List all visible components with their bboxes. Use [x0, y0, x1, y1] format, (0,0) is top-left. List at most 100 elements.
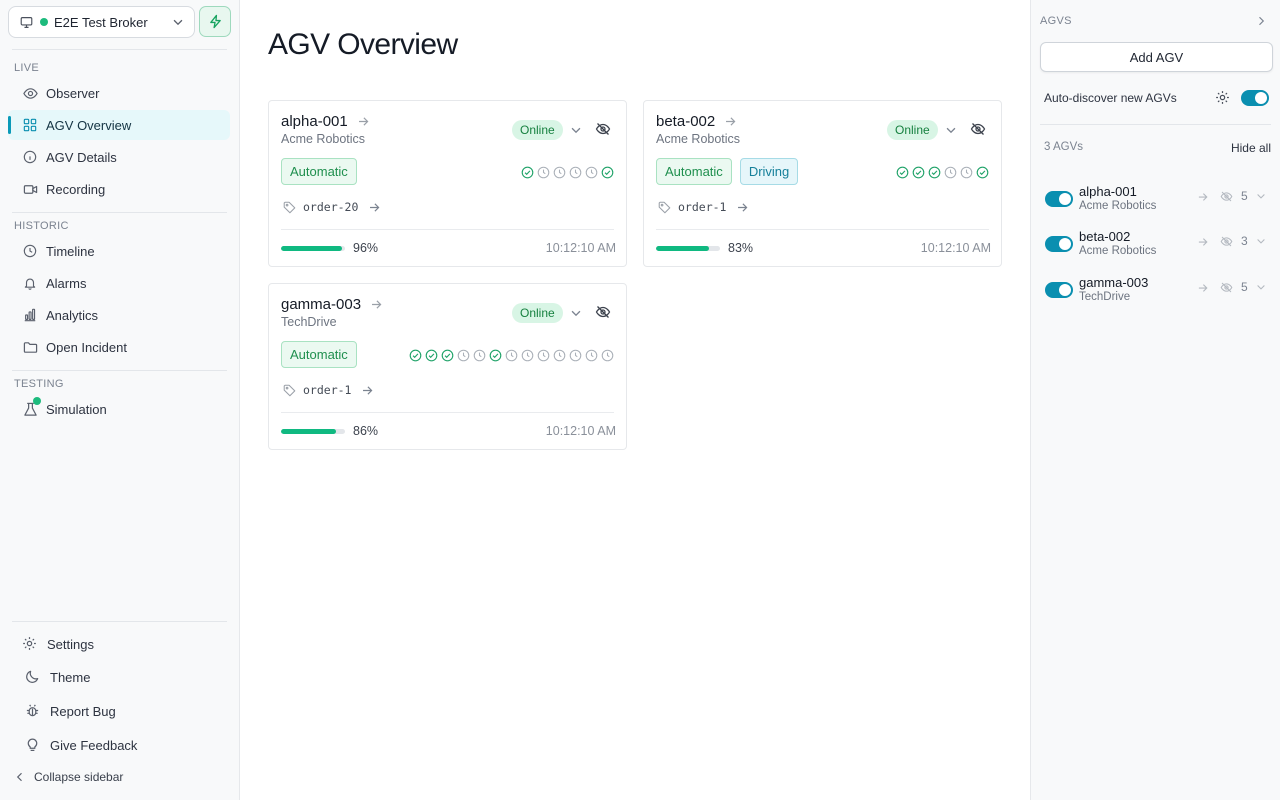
theme-label: Theme	[50, 669, 91, 685]
tag-icon	[658, 201, 671, 214]
agv-count: 3 AGVs	[1044, 141, 1083, 153]
order-id: order-1	[678, 200, 727, 214]
clock-icon	[537, 349, 550, 362]
agv-visibility-toggle[interactable]	[1045, 282, 1073, 298]
arrow-right-icon[interactable]	[1197, 236, 1209, 248]
agv-name-link[interactable]: beta-002	[656, 113, 737, 130]
mode-tag: Automatic	[281, 158, 357, 185]
eye-off-icon[interactable]	[595, 304, 611, 320]
agv-visibility-toggle[interactable]	[1045, 236, 1073, 252]
nav-item-simulation[interactable]: Simulation	[8, 394, 230, 424]
check-circle-icon	[489, 349, 502, 362]
chevron-down-icon[interactable]	[944, 123, 958, 137]
section-label-live: LIVE	[14, 62, 40, 74]
give-feedback-label: Give Feedback	[50, 737, 138, 753]
info-icon	[22, 149, 38, 165]
bell-icon	[22, 275, 38, 291]
agv-manufacturer: TechDrive	[281, 315, 337, 329]
clock-icon	[569, 166, 582, 179]
divider	[656, 229, 989, 230]
add-agv-button[interactable]: Add AGV	[1040, 42, 1273, 72]
chevron-down-icon[interactable]	[569, 123, 583, 137]
report-bug-button[interactable]: Report Bug	[25, 703, 116, 719]
order-link[interactable]: order-1	[658, 200, 749, 214]
nav-item-recording[interactable]: Recording	[8, 174, 230, 204]
check-circle-icon	[441, 349, 454, 362]
arrow-right-icon[interactable]	[1197, 282, 1209, 294]
main-content: AGV Overview alpha-001 Acme Robotics Onl…	[240, 0, 1030, 800]
progress-bar	[656, 246, 720, 251]
agv-name-link[interactable]: gamma-003	[281, 296, 383, 313]
eye-off-icon[interactable]	[595, 121, 611, 137]
nav-label: Observer	[46, 85, 100, 101]
gear-icon[interactable]	[1215, 90, 1230, 105]
nav-label: AGV Details	[46, 149, 117, 165]
clock-icon	[944, 166, 957, 179]
chevron-down-icon[interactable]	[1255, 281, 1267, 293]
nav-item-agv-details[interactable]: AGV Details	[8, 142, 230, 172]
progress-fill	[281, 246, 343, 251]
order-link[interactable]: order-20	[283, 200, 381, 214]
hide-all-button[interactable]: Hide all	[1231, 141, 1271, 155]
arrow-right-icon	[724, 115, 737, 128]
agv-manufacturer: Acme Robotics	[1079, 245, 1157, 257]
eye-off-icon[interactable]	[970, 121, 986, 137]
nav-label: Alarms	[46, 275, 87, 291]
broker-selector[interactable]: E2E Test Broker	[8, 6, 195, 38]
clock-icon	[585, 349, 598, 362]
arrow-right-icon[interactable]	[1197, 191, 1209, 203]
step-indicators	[518, 166, 614, 179]
progress-fill	[656, 246, 710, 251]
collapse-sidebar-button[interactable]: Collapse sidebar	[14, 770, 123, 784]
chevron-down-icon[interactable]	[1255, 190, 1267, 202]
nav-item-agv-overview[interactable]: AGV Overview	[8, 110, 230, 140]
connect-button[interactable]	[199, 6, 231, 37]
progress-fill	[281, 429, 337, 434]
agv-manufacturer: TechDrive	[1079, 291, 1131, 303]
simulation-active-dot	[33, 397, 41, 405]
chevron-right-icon[interactable]	[1255, 15, 1267, 27]
arrow-right-icon	[370, 298, 383, 311]
tag-list: Automatic	[281, 158, 365, 185]
order-link[interactable]: order-1	[283, 383, 374, 397]
agv-name: alpha-001	[1079, 184, 1137, 199]
clock-icon	[585, 166, 598, 179]
agv-name: gamma-003	[281, 296, 362, 313]
mode-tag: Automatic	[281, 341, 357, 368]
eye-off-icon[interactable]	[1220, 190, 1233, 203]
mode-tag: Automatic	[656, 158, 732, 185]
clock-icon	[473, 349, 486, 362]
nav-item-timeline[interactable]: Timeline	[8, 236, 230, 266]
divider	[281, 229, 614, 230]
clock-icon	[553, 166, 566, 179]
broker-name: E2E Test Broker	[54, 14, 148, 30]
auto-discover-label: Auto-discover new AGVs	[1044, 91, 1177, 105]
folder-icon	[22, 339, 38, 355]
nav-item-open-incident[interactable]: Open Incident	[8, 332, 230, 362]
tag-icon	[283, 201, 296, 214]
agv-visibility-toggle[interactable]	[1045, 191, 1073, 207]
nav-item-analytics[interactable]: Analytics	[8, 300, 230, 330]
agv-item-count: 5	[1241, 280, 1248, 294]
tag-list: Automatic Driving	[656, 158, 806, 185]
agv-manufacturer: Acme Robotics	[656, 132, 741, 146]
eye-off-icon[interactable]	[1220, 281, 1233, 294]
chevron-down-icon[interactable]	[1255, 235, 1267, 247]
nav-item-alarms[interactable]: Alarms	[8, 268, 230, 298]
settings-button[interactable]: Settings	[22, 636, 94, 652]
order-id: order-20	[303, 200, 359, 214]
agv-name-link[interactable]: alpha-001	[281, 113, 370, 130]
eye-off-icon[interactable]	[1220, 235, 1233, 248]
check-circle-icon	[409, 349, 422, 362]
clock-icon	[505, 349, 518, 362]
clock-icon	[537, 166, 550, 179]
give-feedback-button[interactable]: Give Feedback	[25, 737, 137, 753]
auto-discover-toggle[interactable]	[1241, 90, 1269, 106]
agv-manufacturer: Acme Robotics	[281, 132, 366, 146]
nav-item-observer[interactable]: Observer	[8, 78, 230, 108]
check-circle-icon	[896, 166, 909, 179]
clock-icon	[457, 349, 470, 362]
theme-button[interactable]: Theme	[25, 669, 90, 685]
clock-icon	[553, 349, 566, 362]
chevron-down-icon[interactable]	[569, 306, 583, 320]
